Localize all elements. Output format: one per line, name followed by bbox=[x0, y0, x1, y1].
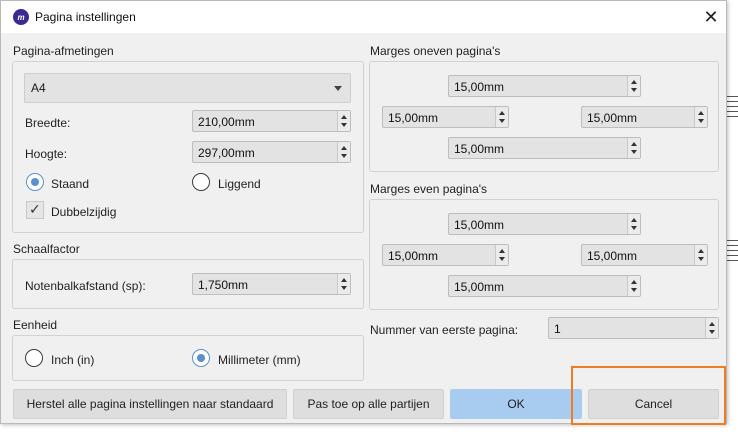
even-bottom-margin-value: 15,00mm bbox=[454, 280, 505, 294]
width-value: 210,00mm bbox=[198, 115, 255, 129]
even-left-margin-value: 15,00mm bbox=[388, 249, 439, 263]
first-page-number-spinbox[interactable]: 1 bbox=[548, 317, 719, 339]
page-settings-dialog: m Pagina instellingen ✕ Pagina-afmetinge… bbox=[0, 0, 727, 424]
close-icon: ✕ bbox=[703, 6, 719, 27]
page-size-heading: Pagina-afmetingen bbox=[13, 44, 114, 58]
odd-margins-heading: Marges oneven pagina's bbox=[370, 44, 501, 58]
reset-defaults-button[interactable]: Herstel alle pagina instellingen naar st… bbox=[13, 389, 287, 419]
height-label: Hoogte: bbox=[25, 147, 68, 161]
even-right-margin-value: 15,00mm bbox=[587, 249, 638, 263]
apply-all-parts-button[interactable]: Pas toe op alle partijen bbox=[293, 389, 444, 419]
width-spinbox[interactable]: 210,00mm bbox=[192, 110, 351, 132]
even-left-margin-spinbox[interactable]: 15,00mm bbox=[382, 244, 509, 266]
height-value: 297,00mm bbox=[198, 146, 255, 160]
odd-margins-group: 15,00mm 15,00mm 15,00mm 15,00mm bbox=[369, 61, 719, 172]
first-page-number-label: Nummer van eerste pagina: bbox=[370, 323, 519, 337]
odd-bottom-margin-spinbox[interactable]: 15,00mm bbox=[448, 137, 641, 159]
millimeter-label: Millimeter (mm) bbox=[218, 353, 301, 367]
close-button[interactable]: ✕ bbox=[696, 1, 726, 33]
scaling-heading: Schaalfactor bbox=[13, 242, 80, 256]
width-label: Breedte: bbox=[25, 116, 71, 130]
inch-label: Inch (in) bbox=[51, 353, 95, 367]
spin-arrows-icon[interactable] bbox=[495, 107, 508, 127]
paper-size-select[interactable]: A4 bbox=[24, 73, 351, 103]
spin-arrows-icon[interactable] bbox=[694, 107, 707, 127]
paper-size-value: A4 bbox=[31, 81, 46, 95]
even-bottom-margin-spinbox[interactable]: 15,00mm bbox=[448, 275, 641, 297]
portrait-radio[interactable] bbox=[26, 173, 44, 191]
staff-space-value: 1,750mm bbox=[198, 278, 249, 292]
odd-left-margin-value: 15,00mm bbox=[388, 111, 439, 125]
double-sided-label: Dubbelzijdig bbox=[51, 205, 117, 219]
staff-space-spinbox[interactable]: 1,750mm bbox=[192, 273, 351, 295]
page-size-group: A4 Breedte: 210,00mm Hoogte: 297,00mm St… bbox=[12, 61, 364, 233]
spin-arrows-icon[interactable] bbox=[627, 276, 640, 296]
title-bar: m Pagina instellingen ✕ bbox=[1, 1, 726, 33]
cancel-highlight-box bbox=[571, 366, 726, 425]
spin-arrows-icon[interactable] bbox=[337, 142, 350, 162]
odd-top-margin-value: 15,00mm bbox=[454, 80, 505, 94]
height-spinbox[interactable]: 297,00mm bbox=[192, 141, 351, 163]
spin-arrows-icon[interactable] bbox=[337, 274, 350, 294]
landscape-radio[interactable] bbox=[192, 173, 210, 191]
checkmark-icon: ✓ bbox=[29, 201, 41, 217]
odd-bottom-margin-value: 15,00mm bbox=[454, 142, 505, 156]
inch-radio[interactable] bbox=[25, 349, 43, 367]
even-margins-group: 15,00mm 15,00mm 15,00mm 15,00mm bbox=[369, 199, 719, 310]
odd-right-margin-spinbox[interactable]: 15,00mm bbox=[581, 106, 708, 128]
scaling-group: Notenbalkafstand (sp): 1,750mm bbox=[12, 259, 364, 309]
musescore-app-icon: m bbox=[13, 9, 29, 25]
odd-left-margin-spinbox[interactable]: 15,00mm bbox=[382, 106, 509, 128]
even-right-margin-spinbox[interactable]: 15,00mm bbox=[581, 244, 708, 266]
odd-right-margin-value: 15,00mm bbox=[587, 111, 638, 125]
landscape-label: Liggend bbox=[218, 177, 261, 191]
double-sided-checkbox[interactable]: ✓ bbox=[26, 201, 44, 219]
even-top-margin-spinbox[interactable]: 15,00mm bbox=[448, 213, 641, 235]
staff-space-label: Notenbalkafstand (sp): bbox=[25, 279, 146, 293]
spin-arrows-icon[interactable] bbox=[627, 76, 640, 96]
spin-arrows-icon[interactable] bbox=[627, 214, 640, 234]
spin-arrows-icon[interactable] bbox=[337, 111, 350, 131]
even-margins-heading: Marges even pagina's bbox=[370, 182, 488, 196]
spin-arrows-icon[interactable] bbox=[627, 138, 640, 158]
units-group: Inch (in) Millimeter (mm) bbox=[12, 335, 364, 381]
spin-arrows-icon[interactable] bbox=[694, 245, 707, 265]
spin-arrows-icon[interactable] bbox=[495, 245, 508, 265]
odd-top-margin-spinbox[interactable]: 15,00mm bbox=[448, 75, 641, 97]
even-top-margin-value: 15,00mm bbox=[454, 218, 505, 232]
ok-button[interactable]: OK bbox=[450, 389, 582, 419]
dialog-title: Pagina instellingen bbox=[35, 10, 136, 24]
chevron-down-icon bbox=[334, 86, 342, 91]
portrait-label: Staand bbox=[51, 177, 90, 191]
units-heading: Eenheid bbox=[13, 318, 58, 332]
millimeter-radio[interactable] bbox=[192, 349, 210, 367]
spin-arrows-icon[interactable] bbox=[705, 318, 718, 338]
first-page-number-value: 1 bbox=[554, 322, 561, 336]
